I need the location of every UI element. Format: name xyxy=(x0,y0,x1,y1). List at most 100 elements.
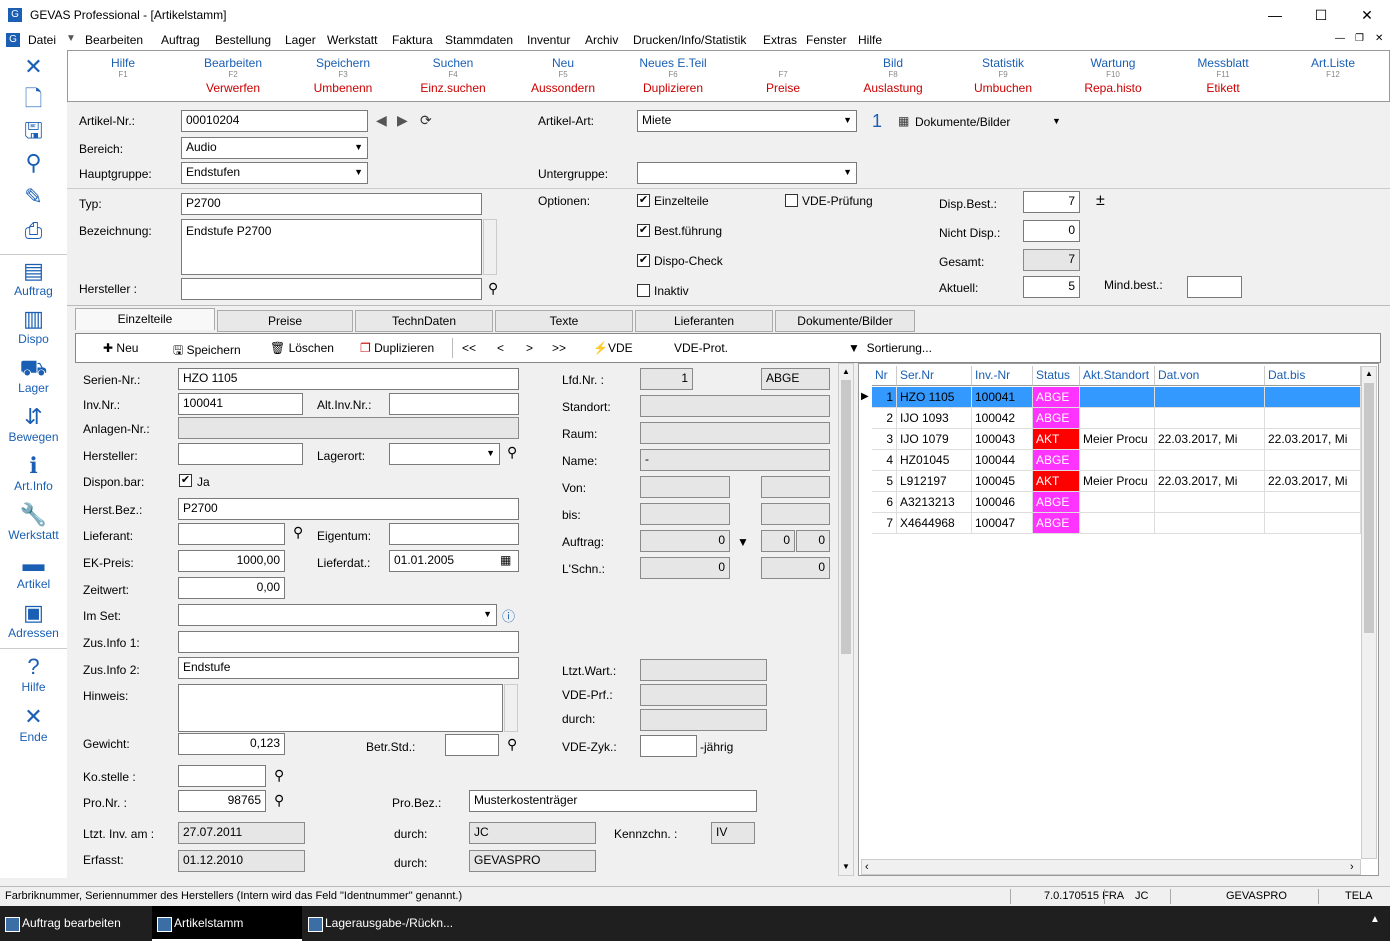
fkey-12[interactable]: Art.Liste F12 xyxy=(1278,51,1388,81)
fkey-alt-label[interactable]: Umbuchen xyxy=(948,81,1058,95)
sernr-input[interactable]: HZO 1105 xyxy=(178,368,519,390)
zus2-input[interactable]: Endstufe xyxy=(178,657,519,679)
menu-hilfe[interactable]: Hilfe xyxy=(858,33,882,47)
fkey-5[interactable]: Neu F5 Aussondern xyxy=(508,51,618,95)
fkey-alt-label[interactable]: Verwerfen xyxy=(178,81,288,95)
einzelteile-checkbox[interactable]: ✔ xyxy=(637,194,650,207)
pronr-input[interactable]: 98765 xyxy=(178,790,266,812)
maximize-button[interactable]: ☐ xyxy=(1298,0,1344,30)
status-badge[interactable]: ABGE xyxy=(1033,513,1080,534)
sidebar-save-icon[interactable]: 🖫 xyxy=(0,118,67,144)
search-icon[interactable]: ⚲ xyxy=(507,444,517,461)
fkey-alt-label[interactable]: Auslastung xyxy=(838,81,948,95)
calendar-icon[interactable]: ▦ xyxy=(500,553,511,567)
save-button[interactable]: 🖫 Speichern xyxy=(173,341,241,362)
search-icon[interactable]: ⚲ xyxy=(507,736,517,753)
vde-checkbox[interactable] xyxy=(785,194,798,207)
grid-header-col-datvon[interactable]: Dat.von xyxy=(1155,366,1265,386)
fkey-4[interactable]: Suchen F4 Einz.suchen xyxy=(398,51,508,95)
mdi-close-icon[interactable]: ✕ xyxy=(1375,33,1383,44)
fkey-3[interactable]: Speichern F3 Umbenenn xyxy=(288,51,398,95)
sidebar-item-ende[interactable]: ✕ Ende xyxy=(0,704,67,744)
grid-cell[interactable]: IJO 1093 xyxy=(897,408,972,429)
grid-cell[interactable]: X4644968 xyxy=(897,513,972,534)
eigentum-input[interactable] xyxy=(389,523,519,545)
fkey-alt-label[interactable]: Preise xyxy=(728,81,838,95)
hinweis-scrollbar[interactable] xyxy=(504,684,518,732)
fkey-7[interactable]: F7 Preise xyxy=(728,51,838,95)
sidebar-pencil-icon[interactable]: ✎ xyxy=(0,184,67,210)
bereich-select[interactable]: Audio xyxy=(181,137,368,159)
table-row[interactable]: 3 IJO 1079 100043 AKT Meier Procu 22.03.2017,… xyxy=(859,429,1361,450)
grid-cell[interactable] xyxy=(1265,408,1361,429)
lieferant-input[interactable] xyxy=(178,523,285,545)
search-icon[interactable]: ⚲ xyxy=(293,524,303,541)
scroll-up-icon[interactable]: ▲ xyxy=(840,367,852,376)
grid-cell[interactable]: 100045 xyxy=(972,471,1033,492)
grid-vscroll[interactable]: ▲ xyxy=(1361,366,1377,859)
info-icon[interactable]: ⓘ xyxy=(502,606,515,625)
close-button[interactable]: ✕ xyxy=(1344,0,1390,30)
status-badge[interactable]: ABGE xyxy=(1033,387,1080,408)
menu-bearbeiten[interactable]: Bearbeiten xyxy=(85,33,143,47)
grid-cell[interactable]: HZ01045 xyxy=(897,450,972,471)
grid-cell[interactable]: 7 xyxy=(872,513,897,534)
altinv-input[interactable] xyxy=(389,393,519,415)
sidebar-item-artikel[interactable]: ▬ Artikel xyxy=(0,551,67,591)
imset-select[interactable] xyxy=(178,604,497,626)
fkey-alt-label[interactable]: Duplizieren xyxy=(618,81,728,95)
hersteller-input[interactable] xyxy=(181,278,482,300)
sidebar-item-dispo[interactable]: ▥ Dispo xyxy=(0,306,67,346)
zeitwert-input[interactable]: 0,00 xyxy=(178,577,285,599)
plusminus-button[interactable]: ± xyxy=(1096,192,1105,210)
chevron-down-icon[interactable]: ▼ xyxy=(1052,116,1061,126)
menu-drucken[interactable]: Drucken/Info/Statistik xyxy=(633,33,746,47)
fkey-10[interactable]: Wartung F10 Repa.histo xyxy=(1058,51,1168,95)
betrstd-input[interactable] xyxy=(445,734,499,756)
dispbest-input[interactable]: 7 xyxy=(1023,191,1080,213)
grid-hscroll[interactable]: ‹ › xyxy=(861,859,1361,875)
fkey-9[interactable]: Statistik F9 Umbuchen xyxy=(948,51,1058,95)
fkey-6[interactable]: Neues E.Teil F6 Duplizieren xyxy=(618,51,728,95)
grid-header-col-invnr[interactable]: Inv.-Nr xyxy=(972,366,1033,386)
grid-cell[interactable]: 100046 xyxy=(972,492,1033,513)
grid-cell[interactable]: 100044 xyxy=(972,450,1033,471)
status-badge[interactable]: AKT xyxy=(1033,471,1080,492)
fkey-alt-label[interactable]: Einz.suchen xyxy=(398,81,508,95)
sidebar-item-bewegen[interactable]: ⇵ Bewegen xyxy=(0,404,67,444)
tab-einzelteile[interactable]: Einzelteile xyxy=(75,308,215,330)
tab-preise[interactable]: Preise xyxy=(217,310,353,332)
task-auftrag[interactable]: Auftrag bearbeiten xyxy=(0,906,150,941)
search-icon[interactable]: ⚲ xyxy=(274,767,284,784)
herstbez-input[interactable]: P2700 xyxy=(178,498,519,520)
fkey-2[interactable]: Bearbeiten F2 Verwerfen xyxy=(178,51,288,95)
sidebar-item-lager[interactable]: ⛟ Lager xyxy=(0,355,67,395)
table-row[interactable]: 6 A3213213 100046 ABGE xyxy=(859,492,1361,513)
tab-dokumente[interactable]: Dokumente/Bilder xyxy=(775,310,915,332)
first-record-button[interactable]: << xyxy=(462,341,476,355)
lagerort-select[interactable] xyxy=(389,443,500,465)
sidebar-item-werkstatt[interactable]: 🔧 Werkstatt xyxy=(0,502,67,542)
search-icon[interactable]: ⚲ xyxy=(488,280,498,297)
grid-cell[interactable]: L912197 xyxy=(897,471,972,492)
fkey-alt-label[interactable]: Repa.histo xyxy=(1058,81,1168,95)
grid-cell[interactable] xyxy=(1155,408,1265,429)
sidebar-item-auftrag[interactable]: ▤ Auftrag xyxy=(0,258,67,298)
next-record-icon[interactable]: ▶ xyxy=(397,112,408,129)
fkey-1[interactable]: Hilfe F1 xyxy=(68,51,178,81)
grid-cell[interactable] xyxy=(1155,492,1265,513)
bestfuehrung-checkbox[interactable]: ✔ xyxy=(637,224,650,237)
search-icon[interactable]: ⚲ xyxy=(274,792,284,809)
grid-cell[interactable]: A3213213 xyxy=(897,492,972,513)
hinweis-textarea[interactable] xyxy=(178,684,503,732)
fkey-8[interactable]: Bild F8 Auslastung xyxy=(838,51,948,95)
fkey-alt-label[interactable]: Aussondern xyxy=(508,81,618,95)
menu-fenster[interactable]: Fenster xyxy=(806,33,847,47)
dropdown-arrow-icon[interactable]: ▼ xyxy=(737,535,749,549)
invnr-input[interactable]: 100041 xyxy=(178,393,303,415)
hauptgruppe-select[interactable]: Endstufen xyxy=(181,162,368,184)
grid-cell[interactable]: 100043 xyxy=(972,429,1033,450)
doc-icon[interactable]: G xyxy=(6,33,20,47)
table-row[interactable]: ▶ 1 HZO 1105 100041 ABGE xyxy=(859,387,1361,408)
grid-cell[interactable]: 22.03.2017, Mi xyxy=(1265,471,1361,492)
